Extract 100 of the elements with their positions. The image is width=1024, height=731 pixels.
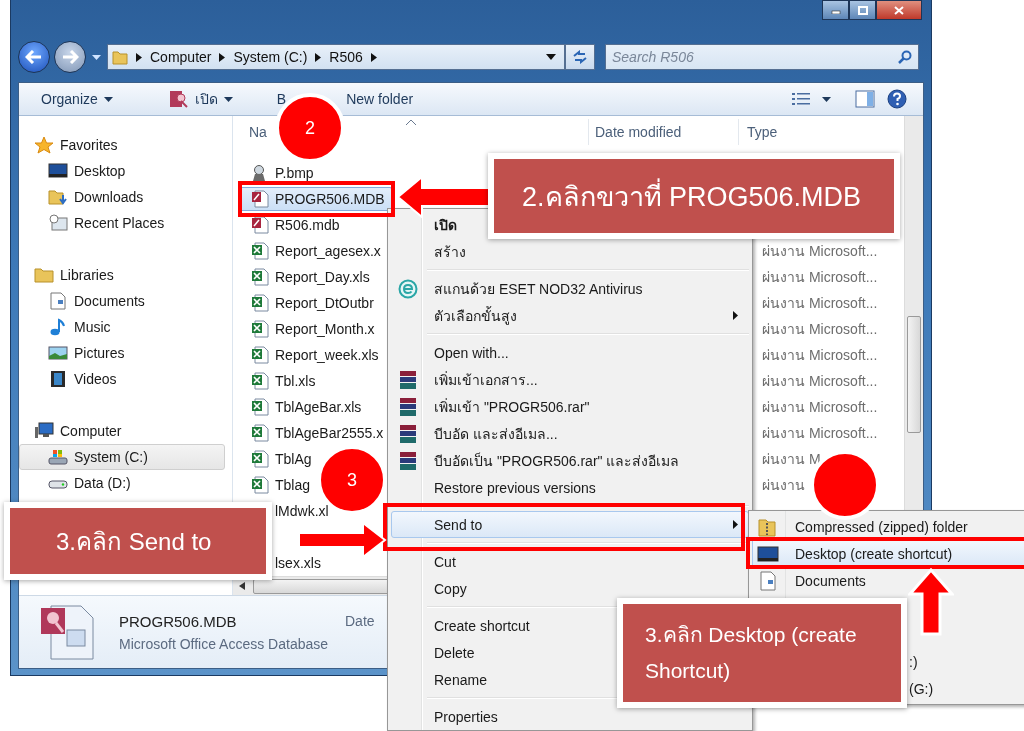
books-icon [398,370,418,390]
file-name: PROGR506.MDB [119,612,237,630]
file-type: ผ่นงาน Microsoft... [762,295,878,311]
menu-item[interactable]: สแกนด้วย ESET NOD32 Antivirus [391,275,749,302]
file-item[interactable]: TblAgeBar2555.x [240,421,391,445]
nav-item[interactable]: Data (D:) [19,470,225,496]
chevron-icon[interactable] [219,52,226,62]
column-header[interactable]: Date modified [589,119,739,145]
chevron-icon[interactable] [136,52,142,62]
menu-item[interactable]: เพิ่มเข้าเอกสาร... [391,366,749,393]
scrollbar-thumb[interactable] [907,316,921,433]
nav-item[interactable]: Desktop [19,158,225,184]
caret-icon [103,96,113,102]
file-item[interactable]: TblAgeBar.xls [240,395,369,419]
nav-item[interactable]: Downloads [19,184,225,210]
maximize-button[interactable] [849,0,876,20]
nav-group-label[interactable]: Computer [60,423,122,439]
chevron-icon[interactable] [370,52,377,62]
search-icon [898,50,912,64]
menu-item[interactable]: Open with... [391,339,749,366]
file-item[interactable]: PROGR506.MDB [240,187,392,211]
file-item[interactable]: Tbl.xls [240,369,323,393]
column-header[interactable]: Type [739,119,904,145]
menu-item[interactable]: ตัวเลือกขั้นสูง [391,302,749,329]
left-arrow-icon [25,50,43,64]
database-file-icon [251,190,269,208]
menu-item[interactable]: Restore previous versions [391,474,749,501]
menu-item[interactable]: Compressed (zipped) folder [752,513,1024,540]
menu-item[interactable]: เพิ่มเข้า "PROGR506.rar" [391,393,749,420]
books-icon [398,424,418,444]
menu-item[interactable]: Cut [391,548,749,575]
file-name: Tblag [275,477,311,493]
refresh-button[interactable] [565,44,595,70]
file-name: TblAg [275,451,312,467]
nav-item[interactable]: Pictures [19,340,225,366]
file-item[interactable]: TblAg [240,447,319,471]
spreadsheet-file-icon [251,450,269,468]
search-field[interactable]: Search R506 [605,44,919,70]
nav-item[interactable]: Recent Places [19,210,225,236]
close-button[interactable] [876,0,922,20]
picture-icon [48,344,68,362]
menu-item[interactable]: บีบอัด และส่งอีเมล... [391,420,749,447]
nav-group-label[interactable]: Favorites [60,137,118,153]
zip-folder-icon [757,517,779,537]
file-type: ผ่นงาน Microsoft... [762,347,878,363]
file-type: ผ่นงาน Microsoft... [762,399,878,415]
file-name: Report_DtOutbr [275,295,374,311]
file-item[interactable]: Report_Day.xls [240,265,377,289]
toolbar-menu-button[interactable]: เปิด [160,84,241,114]
file-item[interactable]: Report_DtOutbr [240,291,381,315]
breadcrumb[interactable]: Computer [150,49,212,65]
toolbar-menu-button[interactable]: Organize [33,87,121,111]
breadcrumb[interactable]: R506 [329,49,363,65]
caret-icon[interactable] [546,54,556,60]
maximize-icon [857,5,868,15]
file-type: ผ่นงาน Microsoft... [762,425,878,441]
e-circle-icon [398,279,418,299]
key-icon [168,90,189,108]
file-item[interactable]: Report_agesex.x [240,239,388,263]
nav-item[interactable]: Videos [19,366,225,392]
chevron-icon[interactable] [315,52,322,62]
forward-button[interactable] [54,41,86,73]
file-name: TblAgeBar.xls [275,399,362,415]
left-arrow-icon[interactable] [239,582,245,590]
menu-item[interactable]: Documents [752,567,1024,594]
drive-icon [48,448,68,466]
menu-item[interactable]: สร้าง [391,238,749,265]
file-item[interactable]: Report_Month.x [240,317,382,341]
nav-item[interactable]: Documents [19,288,225,314]
menu-item[interactable]: Properties [391,703,749,730]
back-button[interactable] [18,41,50,73]
caret-icon[interactable] [822,96,831,102]
file-name: PROGR506.MDB [275,191,385,207]
spreadsheet-file-icon [251,398,269,416]
nav-group-label[interactable]: Libraries [60,267,114,283]
file-item[interactable]: Report_week.xls [240,343,386,367]
database-file-icon [39,604,95,660]
menu-item[interactable]: บีบอัดเป็น "PROGR506.rar" และส่งอีเมล [391,447,749,474]
books-icon [398,451,418,471]
computer-icon [34,422,54,440]
file-name: Report_agesex.x [275,243,381,259]
menu-item[interactable]: Copy [391,575,749,602]
menu-item[interactable]: Send to [391,511,749,538]
close-icon [894,5,904,15]
spreadsheet-file-icon [251,424,269,442]
window-icon [48,214,68,232]
file-type: ผ่นงาน Microsoft... [762,321,878,337]
file-item[interactable]: P.bmp [240,161,321,185]
spreadsheet-file-icon [251,372,269,390]
nav-item[interactable]: System (C:) [19,444,225,470]
books-icon [398,397,418,417]
spreadsheet-file-icon [251,320,269,338]
file-item[interactable]: Tblag [240,473,318,497]
music-note-icon [48,318,68,336]
minimize-button[interactable] [822,0,849,20]
file-item[interactable]: R506.mdb [240,213,347,237]
spreadsheet-file-icon [251,268,269,286]
address-bar[interactable]: Computer System (C:) R506 [107,44,565,70]
breadcrumb[interactable]: System (C:) [233,49,308,65]
nav-item[interactable]: Music [19,314,225,340]
